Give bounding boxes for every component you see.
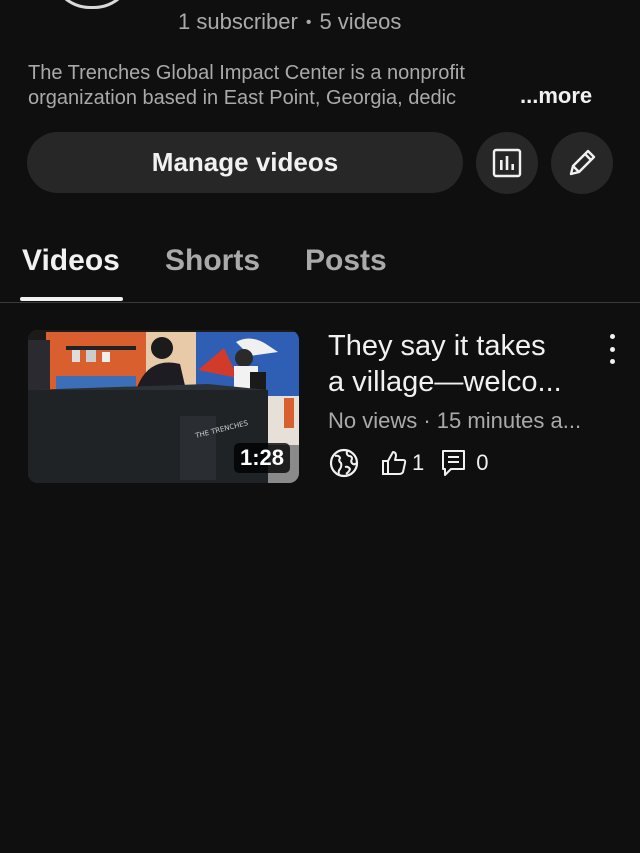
edit-channel-button[interactable] bbox=[551, 132, 613, 194]
description-more-link[interactable]: ...more bbox=[520, 83, 592, 109]
channel-tabs: Videos Shorts Posts bbox=[0, 240, 640, 303]
analytics-button[interactable] bbox=[476, 132, 538, 194]
video-meta: No views · 15 minutes a... bbox=[328, 408, 582, 433]
video-title[interactable]: They say it takes a village—welco... bbox=[328, 328, 592, 400]
comment-icon[interactable] bbox=[440, 448, 468, 478]
video-duration: 1:28 bbox=[233, 443, 290, 473]
video-list-item[interactable]: THE TRENCHES 1:28 They say it takes a vi… bbox=[0, 328, 640, 488]
video-count: 5 videos bbox=[319, 9, 402, 34]
channel-stats: 1 subscriber • 5 videos bbox=[178, 9, 401, 35]
video-thumbnail[interactable]: THE TRENCHES 1:28 bbox=[28, 330, 299, 483]
manage-videos-label: Manage videos bbox=[151, 147, 339, 177]
video-stats: 1 0 bbox=[328, 447, 489, 479]
tab-posts[interactable]: Posts bbox=[305, 244, 387, 278]
channel-avatar[interactable] bbox=[50, 0, 134, 9]
active-tab-indicator bbox=[20, 297, 123, 301]
more-options-icon[interactable] bbox=[602, 334, 622, 364]
analytics-icon bbox=[492, 148, 522, 178]
tab-shorts[interactable]: Shorts bbox=[165, 244, 260, 278]
globe-icon bbox=[328, 447, 360, 479]
stats-separator: • bbox=[305, 14, 312, 31]
tab-videos[interactable]: Videos bbox=[22, 244, 120, 278]
video-title-line-1: They say it takes bbox=[328, 330, 546, 362]
like-icon[interactable] bbox=[380, 449, 408, 477]
comment-count: 0 bbox=[476, 450, 489, 475]
description-line-2: organization based in East Point, Georgi… bbox=[28, 87, 457, 109]
video-title-line-2: a village—welco... bbox=[328, 366, 562, 398]
manage-videos-button[interactable]: Manage videos bbox=[27, 132, 463, 193]
pencil-icon bbox=[569, 149, 596, 176]
like-count: 1 bbox=[412, 450, 425, 475]
subscriber-count: 1 subscriber bbox=[178, 9, 298, 34]
